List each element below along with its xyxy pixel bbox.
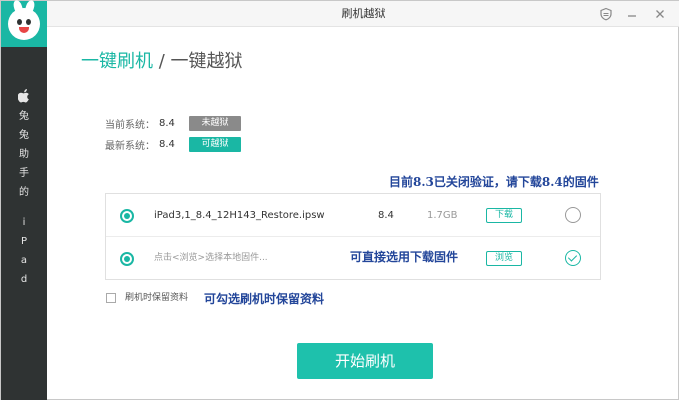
annotation-keep-data: 可勾选刷机时保留资料 [204,292,325,306]
current-system-label: 当前系统： [105,120,155,131]
window-title: 刷机越狱 [341,7,386,20]
firmware-list: iPad3,1_8.4_12H143_Restore.ipsw 8.4 1.7G… [105,193,601,280]
browse-button[interactable]: 浏览 [486,251,522,266]
tab-separator: / [158,51,165,72]
download-button[interactable]: 下载 [486,208,522,223]
sidebar: 兔 兔 助 手 的 i P a d [1,0,47,400]
firmware-icon [120,252,134,266]
firmware-icon [120,209,134,223]
app-logo[interactable] [1,0,47,47]
tab-one-click-flash[interactable]: 一键刷机 [81,51,153,72]
firmware-name: iPad3,1_8.4_12H143_Restore.ipsw [154,210,325,221]
annotation-choose-download: 可直接选用下载固件 [350,250,459,264]
brand-char: P [20,236,28,247]
latest-system-row: 最新系统： 8.4 可越狱 [105,137,241,152]
brand-char: 兔 [19,130,29,141]
firmware-size: 1.7GB [427,210,458,221]
flash-jailbreak-window: 兔 兔 助 手 的 i P a d 刷机越狱 一键刷机 / 一键越狱 当前系统：… [0,0,679,400]
keep-data-label[interactable]: 刷机时保留资料 [125,291,188,305]
local-firmware-placeholder: 点击<浏览>选择本地固件... [154,253,268,263]
firmware-row[interactable]: iPad3,1_8.4_12H143_Restore.ipsw 8.4 1.7G… [106,194,600,237]
title-bar: 刷机越狱 [47,1,679,27]
shield-icon[interactable] [599,7,613,21]
firmware-radio[interactable] [565,207,581,223]
mode-tabs: 一键刷机 / 一键越狱 [81,49,243,75]
local-firmware-radio[interactable] [565,250,581,266]
firmware-version: 8.4 [378,210,394,221]
brand-char: a [20,255,28,266]
brand-char: 助 [19,149,29,160]
keep-data-checkbox[interactable] [106,293,116,303]
start-flash-button[interactable]: 开始刷机 [297,343,433,379]
latest-status-badge: 可越狱 [189,137,241,152]
latest-system-version: 8.4 [159,139,175,150]
latest-system-label: 最新系统： [105,141,155,152]
apple-icon [18,89,29,103]
brand-char: d [20,274,28,285]
minimize-icon[interactable] [625,7,639,21]
brand-char: i [22,217,26,228]
rabbit-logo-icon [8,0,40,40]
close-icon[interactable] [653,7,667,21]
current-system-version: 8.4 [159,118,175,129]
current-status-badge: 未越狱 [189,116,241,131]
current-system-row: 当前系统： 8.4 未越狱 [105,116,241,131]
annotation-verify-closed: 目前8.3已关闭验证，请下载8.4的固件 [389,175,599,189]
brand-char: 的 [19,187,29,198]
brand-char: 兔 [19,111,29,122]
tab-one-click-jailbreak[interactable]: 一键越狱 [171,51,243,72]
brand-char: 手 [19,168,29,179]
